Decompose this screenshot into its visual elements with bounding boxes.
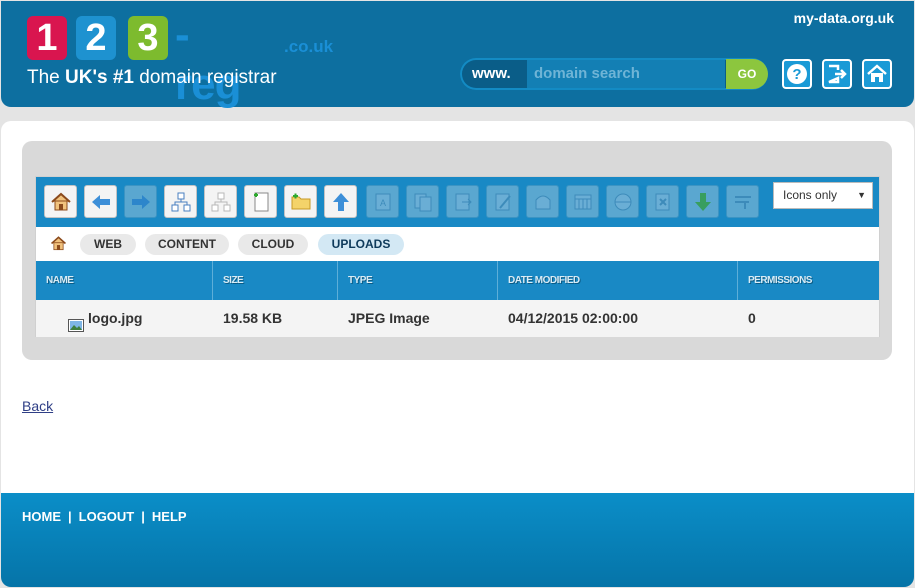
archive-icon: [535, 195, 550, 209]
logo-reg-text: -reg: [175, 10, 241, 109]
duplicate-icon: [414, 193, 431, 211]
delete-icon: [655, 193, 669, 210]
footer-separator: |: [68, 509, 72, 524]
home-icon: [51, 236, 66, 251]
search-prefix: www.: [472, 65, 511, 82]
tab-content[interactable]: CONTENT: [145, 234, 229, 255]
back-arrow-icon: [91, 194, 110, 209]
logo-digit-2: 2: [76, 16, 116, 60]
content-area: A Icons only ▼ WEB CONTENT CLOUD UPLOADS…: [1, 121, 914, 493]
toolbar-home-button[interactable]: [44, 185, 77, 218]
tagline: The UK's #1 domain registrar: [27, 67, 277, 89]
tab-uploads[interactable]: UPLOADS: [318, 234, 404, 255]
toolbar-paste-button[interactable]: [204, 185, 237, 218]
extract-icon: [734, 195, 751, 209]
download-icon: [694, 192, 711, 211]
header: 1 2 3 -reg .co.uk The UK's #1 domain reg…: [1, 1, 914, 109]
new-file-icon: [253, 192, 268, 211]
site-name: my-data.org.uk: [793, 10, 894, 26]
tagline-bold: UK's #1: [65, 67, 134, 88]
file-date-modified: 04/12/2015 02:00:00: [508, 310, 638, 326]
toolbar-web-button[interactable]: [606, 185, 639, 218]
paste-tree-icon: [211, 192, 230, 211]
help-icon: ?: [787, 64, 807, 84]
column-date-modified[interactable]: DATE MODIFIED: [498, 261, 738, 300]
table-row[interactable]: logo.jpg 19.58 KB JPEG Image 04/12/2015 …: [36, 300, 879, 337]
footer-logout-link[interactable]: LOGOUT: [79, 509, 135, 524]
tab-cloud[interactable]: CLOUD: [238, 234, 308, 255]
footer: HOME | LOGOUT | HELP: [1, 493, 914, 587]
toolbar-back-button[interactable]: [84, 185, 117, 218]
footer-help-link[interactable]: HELP: [152, 509, 187, 524]
toolbar-copy-button[interactable]: [164, 185, 197, 218]
forward-arrow-icon: [131, 194, 150, 209]
svg-text:A: A: [379, 198, 385, 208]
view-mode-value: Icons only: [783, 188, 838, 202]
toolbar-upload-button[interactable]: [324, 185, 357, 218]
file-name[interactable]: logo.jpg: [88, 300, 142, 337]
view-mode-select[interactable]: Icons only ▼: [773, 182, 873, 209]
toolbar-new-file-button[interactable]: [244, 185, 277, 218]
toolbar-download-button[interactable]: [686, 185, 719, 218]
column-permissions[interactable]: PERMISSIONS: [738, 261, 879, 300]
home-icon: [50, 192, 71, 210]
upload-icon: [332, 192, 349, 211]
toolbar-archive-button[interactable]: [526, 185, 559, 218]
file-table-header: NAME SIZE TYPE DATE MODIFIED PERMISSIONS: [36, 261, 879, 300]
logout-button[interactable]: [822, 59, 852, 89]
home-icon: [867, 64, 887, 82]
calculator-icon: [574, 194, 591, 209]
help-button[interactable]: ?: [782, 59, 812, 89]
file-permissions: 0: [748, 310, 756, 326]
toolbar-duplicate-button[interactable]: [406, 185, 439, 218]
toolbar-calculator-button[interactable]: [566, 185, 599, 218]
domain-search: www. GO: [460, 58, 768, 90]
home-button[interactable]: [862, 59, 892, 89]
file-manager-panel: A Icons only ▼ WEB CONTENT CLOUD UPLOADS…: [22, 141, 892, 360]
toolbar-move-button[interactable]: [446, 185, 479, 218]
web-icon: [614, 193, 631, 210]
file-manager: A Icons only ▼ WEB CONTENT CLOUD UPLOADS…: [35, 176, 880, 337]
edit-file-icon: [495, 193, 511, 210]
file-toolbar: A Icons only ▼: [36, 177, 879, 227]
footer-separator: |: [141, 509, 145, 524]
column-name[interactable]: NAME: [36, 261, 213, 300]
tab-web[interactable]: WEB: [80, 234, 136, 255]
toolbar-edit-button[interactable]: [486, 185, 519, 218]
folder-tabs: WEB CONTENT CLOUD UPLOADS: [36, 227, 879, 261]
new-folder-icon: [291, 193, 310, 209]
back-link[interactable]: Back: [22, 397, 53, 415]
move-icon: [455, 193, 472, 210]
chevron-down-icon: ▼: [857, 190, 866, 200]
search-go-button[interactable]: GO: [726, 59, 768, 89]
file-type: JPEG Image: [348, 310, 430, 326]
footer-nav: HOME | LOGOUT | HELP: [22, 509, 187, 525]
footer-home-link[interactable]: HOME: [22, 509, 61, 524]
logo-couk-text: .co.uk: [284, 37, 334, 56]
tabs-home-icon[interactable]: [50, 235, 67, 257]
toolbar-delete-button[interactable]: [646, 185, 679, 218]
toolbar-new-folder-button[interactable]: [284, 185, 317, 218]
svg-text:?: ?: [792, 66, 801, 83]
tagline-prefix: The: [27, 67, 66, 88]
column-type[interactable]: TYPE: [338, 261, 498, 300]
logout-icon: [828, 64, 847, 84]
domain-search-input[interactable]: [527, 60, 725, 88]
column-size[interactable]: SIZE: [213, 261, 338, 300]
copy-tree-icon: [171, 192, 190, 211]
toolbar-rename-button[interactable]: A: [366, 185, 399, 218]
tagline-suffix: domain registrar: [133, 67, 277, 88]
rename-icon: A: [375, 193, 390, 210]
logo-digit-1: 1: [27, 16, 67, 60]
toolbar-extract-button[interactable]: [726, 185, 759, 218]
logo-digit-3: 3: [128, 16, 168, 60]
file-size: 19.58 KB: [223, 310, 283, 326]
image-file-icon: [68, 309, 84, 332]
toolbar-forward-button[interactable]: [124, 185, 157, 218]
